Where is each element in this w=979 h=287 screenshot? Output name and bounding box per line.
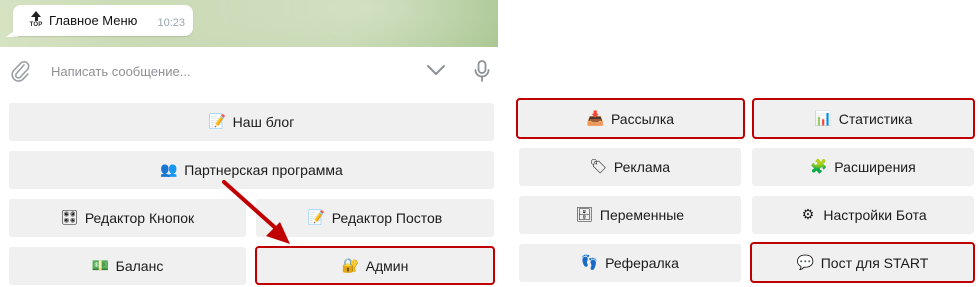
control-knobs-icon: 🎛	[60, 209, 79, 226]
microphone-icon[interactable]	[473, 59, 491, 83]
kb-button-bot-settings[interactable]: ⚙ Настройки Бота	[752, 196, 974, 233]
memo-icon: 📝	[208, 113, 226, 130]
gear-icon: ⚙	[801, 206, 815, 223]
top-badge-label: TOP	[29, 22, 43, 28]
inbox-tray-icon: 📥	[586, 110, 605, 127]
message-bubble[interactable]: TOP Главное Меню 10:23	[13, 5, 193, 36]
money-icon: 💵	[91, 257, 109, 274]
people-icon: 👥	[159, 161, 178, 178]
kb-button-referral[interactable]: 👣 Рефералка	[519, 244, 741, 281]
kb-button-admin[interactable]: 🔐 Админ	[255, 246, 495, 285]
kb-button-label: Рефералка	[605, 254, 679, 271]
attach-paperclip-icon[interactable]	[9, 59, 31, 83]
kb-button-blog[interactable]: 📝 Наш блог	[9, 103, 494, 140]
kb-button-label: Переменные	[599, 206, 685, 223]
kb-button-variables[interactable]: 🗄 Переменные	[519, 196, 741, 233]
kb-button-label: Настройки Бота	[823, 206, 927, 223]
message-time: 10:23	[157, 17, 185, 29]
label-tag-icon: 🏷	[589, 158, 608, 175]
kb-button-label: Редактор Постов	[331, 209, 443, 226]
annotation-arrow	[222, 180, 290, 244]
kb-button-extensions[interactable]: 🧩 Расширения	[752, 148, 974, 185]
kb-button-label: Наш блог	[232, 113, 295, 130]
kb-button-label: Партнерская программа	[184, 161, 343, 178]
speech-balloon-icon: 💬	[796, 254, 814, 271]
chat-background: TOP Главное Меню 10:23	[0, 0, 498, 47]
kb-button-ads[interactable]: 🏷 Реклама	[519, 148, 741, 185]
message-text: Главное Меню	[49, 13, 138, 28]
kb-button-label: Статистика	[838, 110, 913, 127]
kb-button-label: Пост для START	[820, 254, 929, 271]
kb-button-start-post[interactable]: 💬 Пост для START	[750, 242, 975, 283]
kb-button-label: Редактор Кнопок	[84, 209, 195, 226]
kb-button-label: Рассылка	[610, 110, 675, 127]
bar-chart-icon: 📊	[814, 110, 832, 127]
file-cabinet-icon: 🗄	[575, 206, 594, 223]
kb-button-mailing[interactable]: 📥 Рассылка	[516, 98, 745, 139]
kb-button-label: Реклама	[613, 158, 671, 175]
kb-button-label: Админ	[365, 257, 409, 274]
message-composer: Написать сообщение...	[0, 47, 498, 95]
memo-icon: 📝	[307, 209, 325, 226]
kb-button-label: Расширения	[834, 158, 916, 175]
puzzle-piece-icon: 🧩	[810, 158, 828, 175]
message-input[interactable]: Написать сообщение...	[51, 64, 191, 79]
footprints-icon: 👣	[580, 254, 599, 271]
lock-with-key-icon: 🔐	[341, 257, 359, 274]
top-arrow-icon: TOP	[28, 9, 44, 33]
kb-button-balance[interactable]: 💵 Баланс	[9, 247, 246, 284]
chevron-down-icon[interactable]	[426, 63, 446, 77]
kb-button-button-editor[interactable]: 🎛 Редактор Кнопок	[9, 199, 246, 236]
kb-button-label: Баланс	[115, 257, 164, 274]
kb-button-statistics[interactable]: 📊 Статистика	[752, 98, 975, 139]
